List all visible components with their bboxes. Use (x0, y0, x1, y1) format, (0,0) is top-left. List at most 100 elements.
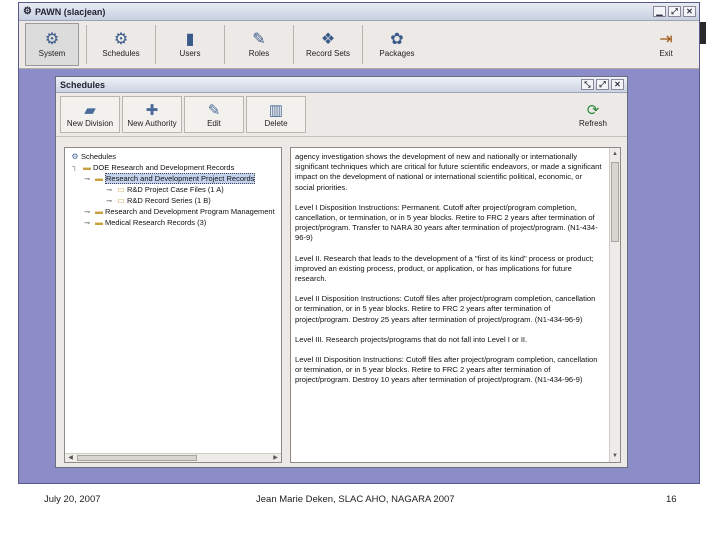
users-button[interactable]: ▮ Users (163, 23, 217, 66)
gears-icon: ⚙ (44, 31, 60, 48)
tree-item[interactable]: ⊸ ▬ Research and Development Program Man… (67, 206, 279, 217)
scroll-thumb[interactable] (77, 455, 197, 461)
tree-content: ⚙ Schedules ┐ ▬ DOE Research and Develop… (65, 148, 281, 231)
tree-item[interactable]: ⊸ ▬ Medical Research Records (3) (67, 217, 279, 228)
record-sets-label: Record Sets (305, 49, 351, 58)
close-icon[interactable]: ✕ (611, 79, 624, 90)
system-label: System (38, 49, 66, 58)
tree-collapsed-handle-icon[interactable]: ⊸ (81, 208, 93, 216)
schedules-toolbar: ▰ New Division ✚ New Authority ✎ Edit ▥ … (56, 93, 627, 137)
edit-button[interactable]: ✎ Edit (184, 96, 244, 133)
scroll-left-icon[interactable]: ◀ (66, 454, 75, 462)
pencil-icon: ✎ (207, 101, 221, 119)
toolbar-divider (86, 25, 87, 64)
schedules-root-icon: ⚙ (71, 152, 79, 161)
toolbar-divider (362, 25, 363, 64)
tree-item-label: DOE Research and Development Records (93, 163, 235, 172)
schedule-detail-panel[interactable]: agency investigation shows the developme… (290, 147, 621, 463)
detail-paragraph: Level III Disposition Instructions: Cuto… (295, 355, 598, 385)
exit-button[interactable]: ⇥ Exit (639, 23, 693, 66)
tree-item[interactable]: ┐ ▬ DOE Research and Development Records (67, 162, 279, 173)
footer-presenter: Jean Marie Deken, SLAC AHO, NAGARA 2007 (256, 494, 455, 505)
roles-icon: ✎ (252, 31, 266, 48)
tree-item[interactable]: ⊸ ▭ R&D Project Case Files (1 A) (67, 184, 279, 195)
tree-item-selected[interactable]: ⊸ ▬ Research and Development Project Rec… (67, 173, 279, 184)
folder-icon: ▭ (117, 185, 125, 194)
schedules-window-controls: ⤡ ⤢ ✕ (581, 79, 627, 90)
new-division-button[interactable]: ▰ New Division (60, 96, 120, 133)
folder-icon: ▭ (117, 196, 125, 205)
refresh-icon: ⟳ (586, 101, 600, 119)
tree-item[interactable]: ⊸ ▭ R&D Record Series (1 B) (67, 195, 279, 206)
detail-vertical-scrollbar[interactable]: ▲ ▼ (609, 148, 620, 462)
refresh-button[interactable]: ⟳ Refresh (563, 96, 623, 133)
refresh-label: Refresh (578, 118, 607, 128)
tree-item-label: Research and Development Program Managem… (105, 207, 275, 216)
scroll-thumb[interactable] (611, 162, 619, 242)
maximize-icon[interactable]: ⤢ (596, 79, 609, 90)
schedules-button[interactable]: ⚙ Schedules (94, 23, 148, 66)
scroll-down-icon[interactable]: ▼ (610, 451, 620, 461)
users-label: Users (179, 49, 201, 58)
scroll-right-icon[interactable]: ▶ (271, 454, 280, 462)
trash-icon: ▥ (268, 101, 284, 119)
folder-icon: ▬ (95, 174, 103, 183)
exit-door-icon: ⇥ (659, 31, 673, 48)
tree-item-label: R&D Project Case Files (1 A) (127, 185, 224, 194)
close-icon[interactable]: ✕ (683, 6, 696, 17)
detail-paragraph: Level II. Research that leads to the dev… (295, 253, 594, 284)
minimize-icon[interactable]: ▁ (653, 6, 666, 17)
tree-item-label: R&D Record Series (1 B) (127, 196, 211, 205)
edit-label: Edit (207, 118, 221, 128)
record-sets-button[interactable]: ❖ Record Sets (301, 23, 355, 66)
new-authority-label: New Authority (127, 118, 177, 128)
roles-button[interactable]: ✎ Roles (232, 23, 286, 66)
schedules-tree[interactable]: ⚙ Schedules ┐ ▬ DOE Research and Develop… (64, 147, 282, 463)
schedules-window: Schedules ⤡ ⤢ ✕ ▰ New Division ✚ New Aut… (55, 76, 628, 468)
app-titlebar: ⚙ PAWN (slacjean) ▁ ⤢ ✕ (19, 3, 699, 21)
detail-text: agency investigation shows the developme… (295, 152, 603, 396)
schedules-label: Schedules (102, 49, 140, 58)
detail-paragraph: Level I Disposition Instructions: Perman… (295, 202, 598, 243)
delete-button[interactable]: ▥ Delete (246, 96, 306, 133)
footer-page-number: 16 (666, 494, 677, 505)
tree-root[interactable]: ⚙ Schedules (67, 151, 279, 162)
tree-collapsed-handle-icon[interactable]: ⊸ (103, 186, 115, 194)
system-button[interactable]: ⚙ System (25, 23, 79, 66)
tree-item-label: Medical Research Records (3) (105, 218, 207, 227)
users-icon: ▮ (185, 31, 195, 48)
tree-expanded-handle-icon[interactable]: ┐ (69, 164, 81, 171)
toolbar-divider (293, 25, 294, 64)
folder-open-icon: ▬ (83, 163, 91, 172)
scroll-up-icon[interactable]: ▲ (610, 149, 620, 159)
document-new-icon: ✚ (145, 101, 159, 119)
packages-icon: ✿ (390, 31, 404, 48)
packages-label: Packages (379, 49, 415, 58)
restore-icon[interactable]: ⤡ (581, 79, 594, 90)
tree-collapsed-handle-icon[interactable]: ⊸ (103, 197, 115, 205)
app-logo-icon: ⚙ (23, 6, 32, 17)
maximize-icon[interactable]: ⤢ (668, 6, 681, 17)
schedule-gear-icon: ⚙ (113, 31, 129, 48)
schedules-title: Schedules (60, 79, 106, 90)
slide: ⚙ PAWN (slacjean) ▁ ⤢ ✕ ⚙ System ⚙ Sched… (0, 0, 720, 540)
tree-item-label: Research and Development Project Records (105, 173, 256, 184)
footer-date: July 20, 2007 (44, 494, 101, 505)
detail-paragraph: Level III. Research projects/programs th… (295, 334, 528, 344)
delete-label: Delete (264, 118, 288, 128)
new-authority-button[interactable]: ✚ New Authority (122, 96, 182, 133)
schedules-titlebar: Schedules ⤡ ⤢ ✕ (56, 77, 627, 93)
tree-root-label: Schedules (81, 152, 117, 161)
exit-label: Exit (659, 49, 673, 58)
detail-paragraph: agency investigation shows the developme… (295, 152, 602, 192)
folder-icon: ▬ (95, 218, 103, 227)
toolbar-divider (155, 25, 156, 64)
tree-expanded-handle-icon[interactable]: ⊸ (81, 175, 93, 183)
slide-footer: July 20, 2007 Jean Marie Deken, SLAC AHO… (0, 494, 720, 510)
tree-horizontal-scrollbar[interactable]: ◀ ▶ (65, 453, 281, 462)
packages-button[interactable]: ✿ Packages (370, 23, 424, 66)
record-sets-icon: ❖ (320, 31, 336, 48)
folder-icon: ▬ (95, 207, 103, 216)
tree-collapsed-handle-icon[interactable]: ⊸ (81, 219, 93, 227)
roles-label: Roles (248, 49, 270, 58)
